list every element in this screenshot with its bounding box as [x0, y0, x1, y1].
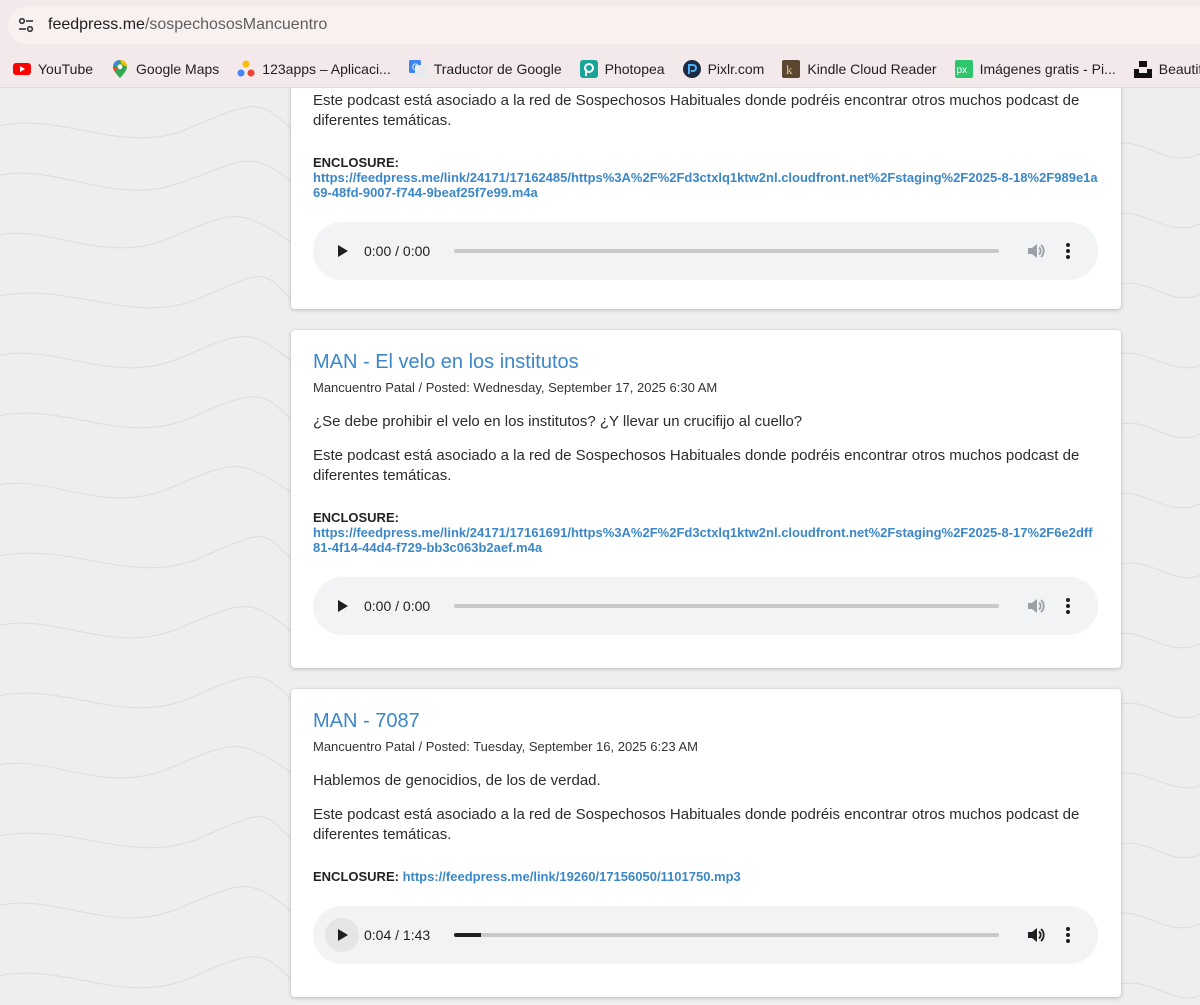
bookmark-kindle[interactable]: k Kindle Cloud Reader: [782, 59, 937, 78]
bookmark-123apps[interactable]: 123apps – Aplicaci...: [237, 60, 391, 78]
url-host: feedpress.me: [48, 16, 145, 33]
bookmark-label: Imágenes gratis - Pi...: [979, 60, 1116, 77]
more-vert-icon: [1066, 598, 1070, 614]
enclosure-link[interactable]: https://feedpress.me/link/24171/17161691…: [313, 525, 1093, 555]
bookmark-label: Kindle Cloud Reader: [807, 60, 937, 77]
playback-time: 0:00 / 0:00: [364, 243, 431, 259]
bookmark-photopea[interactable]: Photopea: [579, 59, 665, 78]
volume-button[interactable]: [1023, 594, 1047, 618]
unsplash-icon: [1133, 60, 1152, 78]
progress-slider[interactable]: [454, 604, 999, 608]
bookmarks-bar: YouTube Google Maps 123apps – Aplicaci..…: [0, 50, 1200, 88]
bookmark-unsplash[interactable]: Beautiful Free Imag: [1133, 60, 1200, 78]
episode-summary: ¿Se debe prohibir el velo en los institu…: [313, 413, 803, 430]
enclosure: ENCLOSURE: https://feedpress.me/link/241…: [313, 510, 1099, 555]
address-bar: feedpress.me/sospechososMancuentro: [0, 0, 1200, 50]
play-button[interactable]: [325, 234, 359, 268]
volume-button[interactable]: [1023, 239, 1047, 263]
url-path: /sospechososMancuentro: [144, 16, 328, 33]
pixlr-icon: [682, 59, 701, 78]
episode-network-note: Este podcast está asociado a la red de S…: [313, 806, 1080, 843]
more-options-button[interactable]: [1058, 594, 1078, 618]
episode-title[interactable]: MAN - 7087: [313, 709, 1099, 733]
more-options-button[interactable]: [1058, 239, 1078, 263]
photopea-icon: [579, 59, 598, 78]
play-button[interactable]: [325, 918, 359, 952]
site-settings-icon[interactable]: [11, 10, 41, 40]
episode-meta: Mancuentro Patal / Posted: Tuesday, Sept…: [313, 739, 698, 754]
episode-summary: Hablemos de genocidios, de los de verdad…: [313, 772, 601, 789]
svg-text:k: k: [786, 62, 793, 77]
episode-card: MAN - El velo en los institutos Mancuent…: [291, 330, 1121, 668]
volume-icon: [1028, 928, 1045, 942]
audio-player: 0:00 / 0:00: [313, 577, 1098, 635]
volume-button[interactable]: [1023, 923, 1047, 947]
pixabay-icon: px: [954, 59, 973, 78]
episode-network-note: Este podcast está asociado a la red de S…: [313, 447, 1080, 484]
play-icon: [338, 600, 348, 612]
episode-card: Este podcast está asociado a la red de S…: [291, 88, 1121, 309]
enclosure-label: ENCLOSURE:: [313, 155, 399, 170]
episode-network-note: Este podcast está asociado a la red de S…: [313, 92, 1080, 129]
bookmark-google-translate[interactable]: G Traductor de Google: [408, 59, 562, 78]
kindle-icon: k: [782, 59, 801, 78]
enclosure: ENCLOSURE: https://feedpress.me/link/192…: [313, 869, 1099, 884]
enclosure: ENCLOSURE: https://feedpress.me/link/241…: [313, 155, 1099, 200]
url-text: feedpress.me/sospechososMancuentro: [48, 16, 327, 34]
episode-meta: Mancuentro Patal / Posted: Wednesday, Se…: [313, 380, 718, 395]
enclosure-label: ENCLOSURE:: [313, 510, 399, 525]
url-field[interactable]: feedpress.me/sospechososMancuentro: [8, 6, 1200, 44]
bookmark-label: Traductor de Google: [433, 60, 562, 77]
bookmark-youtube[interactable]: YouTube: [13, 60, 93, 78]
progress-slider[interactable]: [454, 249, 999, 253]
episode-title[interactable]: MAN - El velo en los institutos: [313, 350, 1099, 374]
progress-slider[interactable]: [454, 933, 999, 937]
bookmark-label: Photopea: [604, 60, 665, 77]
bookmark-pixlr[interactable]: Pixlr.com: [682, 59, 765, 78]
audio-player: 0:04 / 1:43: [313, 906, 1098, 964]
bookmark-google-maps[interactable]: Google Maps: [111, 59, 220, 78]
volume-icon: [1028, 244, 1045, 258]
more-vert-icon: [1066, 927, 1070, 943]
google-maps-icon: [111, 59, 129, 78]
play-button[interactable]: [325, 589, 359, 623]
episode-card: MAN - 7087 Mancuentro Patal / Posted: Tu…: [291, 689, 1121, 997]
bookmark-pixabay[interactable]: px Imágenes gratis - Pi...: [954, 59, 1116, 78]
bookmark-label: 123apps – Aplicaci...: [262, 60, 391, 77]
bookmark-label: Pixlr.com: [707, 60, 765, 77]
enclosure-label: ENCLOSURE:: [313, 869, 399, 884]
volume-icon: [1028, 599, 1045, 613]
audio-player: 0:00 / 0:00: [313, 222, 1098, 280]
more-options-button[interactable]: [1058, 923, 1078, 947]
bookmark-label: YouTube: [38, 60, 94, 77]
enclosure-link[interactable]: https://feedpress.me/link/24171/17162485…: [313, 170, 1098, 200]
enclosure-link[interactable]: https://feedpress.me/link/19260/17156050…: [403, 869, 741, 884]
youtube-icon: [13, 60, 31, 78]
svg-text:px: px: [956, 65, 967, 76]
page-content[interactable]: Este podcast está asociado a la red de S…: [0, 88, 1200, 1005]
more-vert-icon: [1066, 243, 1070, 259]
playback-time: 0:04 / 1:43: [364, 927, 431, 943]
playback-time: 0:00 / 0:00: [364, 598, 431, 614]
play-icon: [338, 245, 348, 257]
svg-text:G: G: [412, 62, 419, 72]
bookmark-label: Beautiful Free Imag: [1158, 60, 1200, 77]
123apps-icon: [237, 60, 255, 78]
progress-fill: [454, 933, 482, 937]
bookmark-label: Google Maps: [136, 60, 220, 77]
play-icon: [338, 929, 348, 941]
google-translate-icon: G: [408, 59, 427, 78]
